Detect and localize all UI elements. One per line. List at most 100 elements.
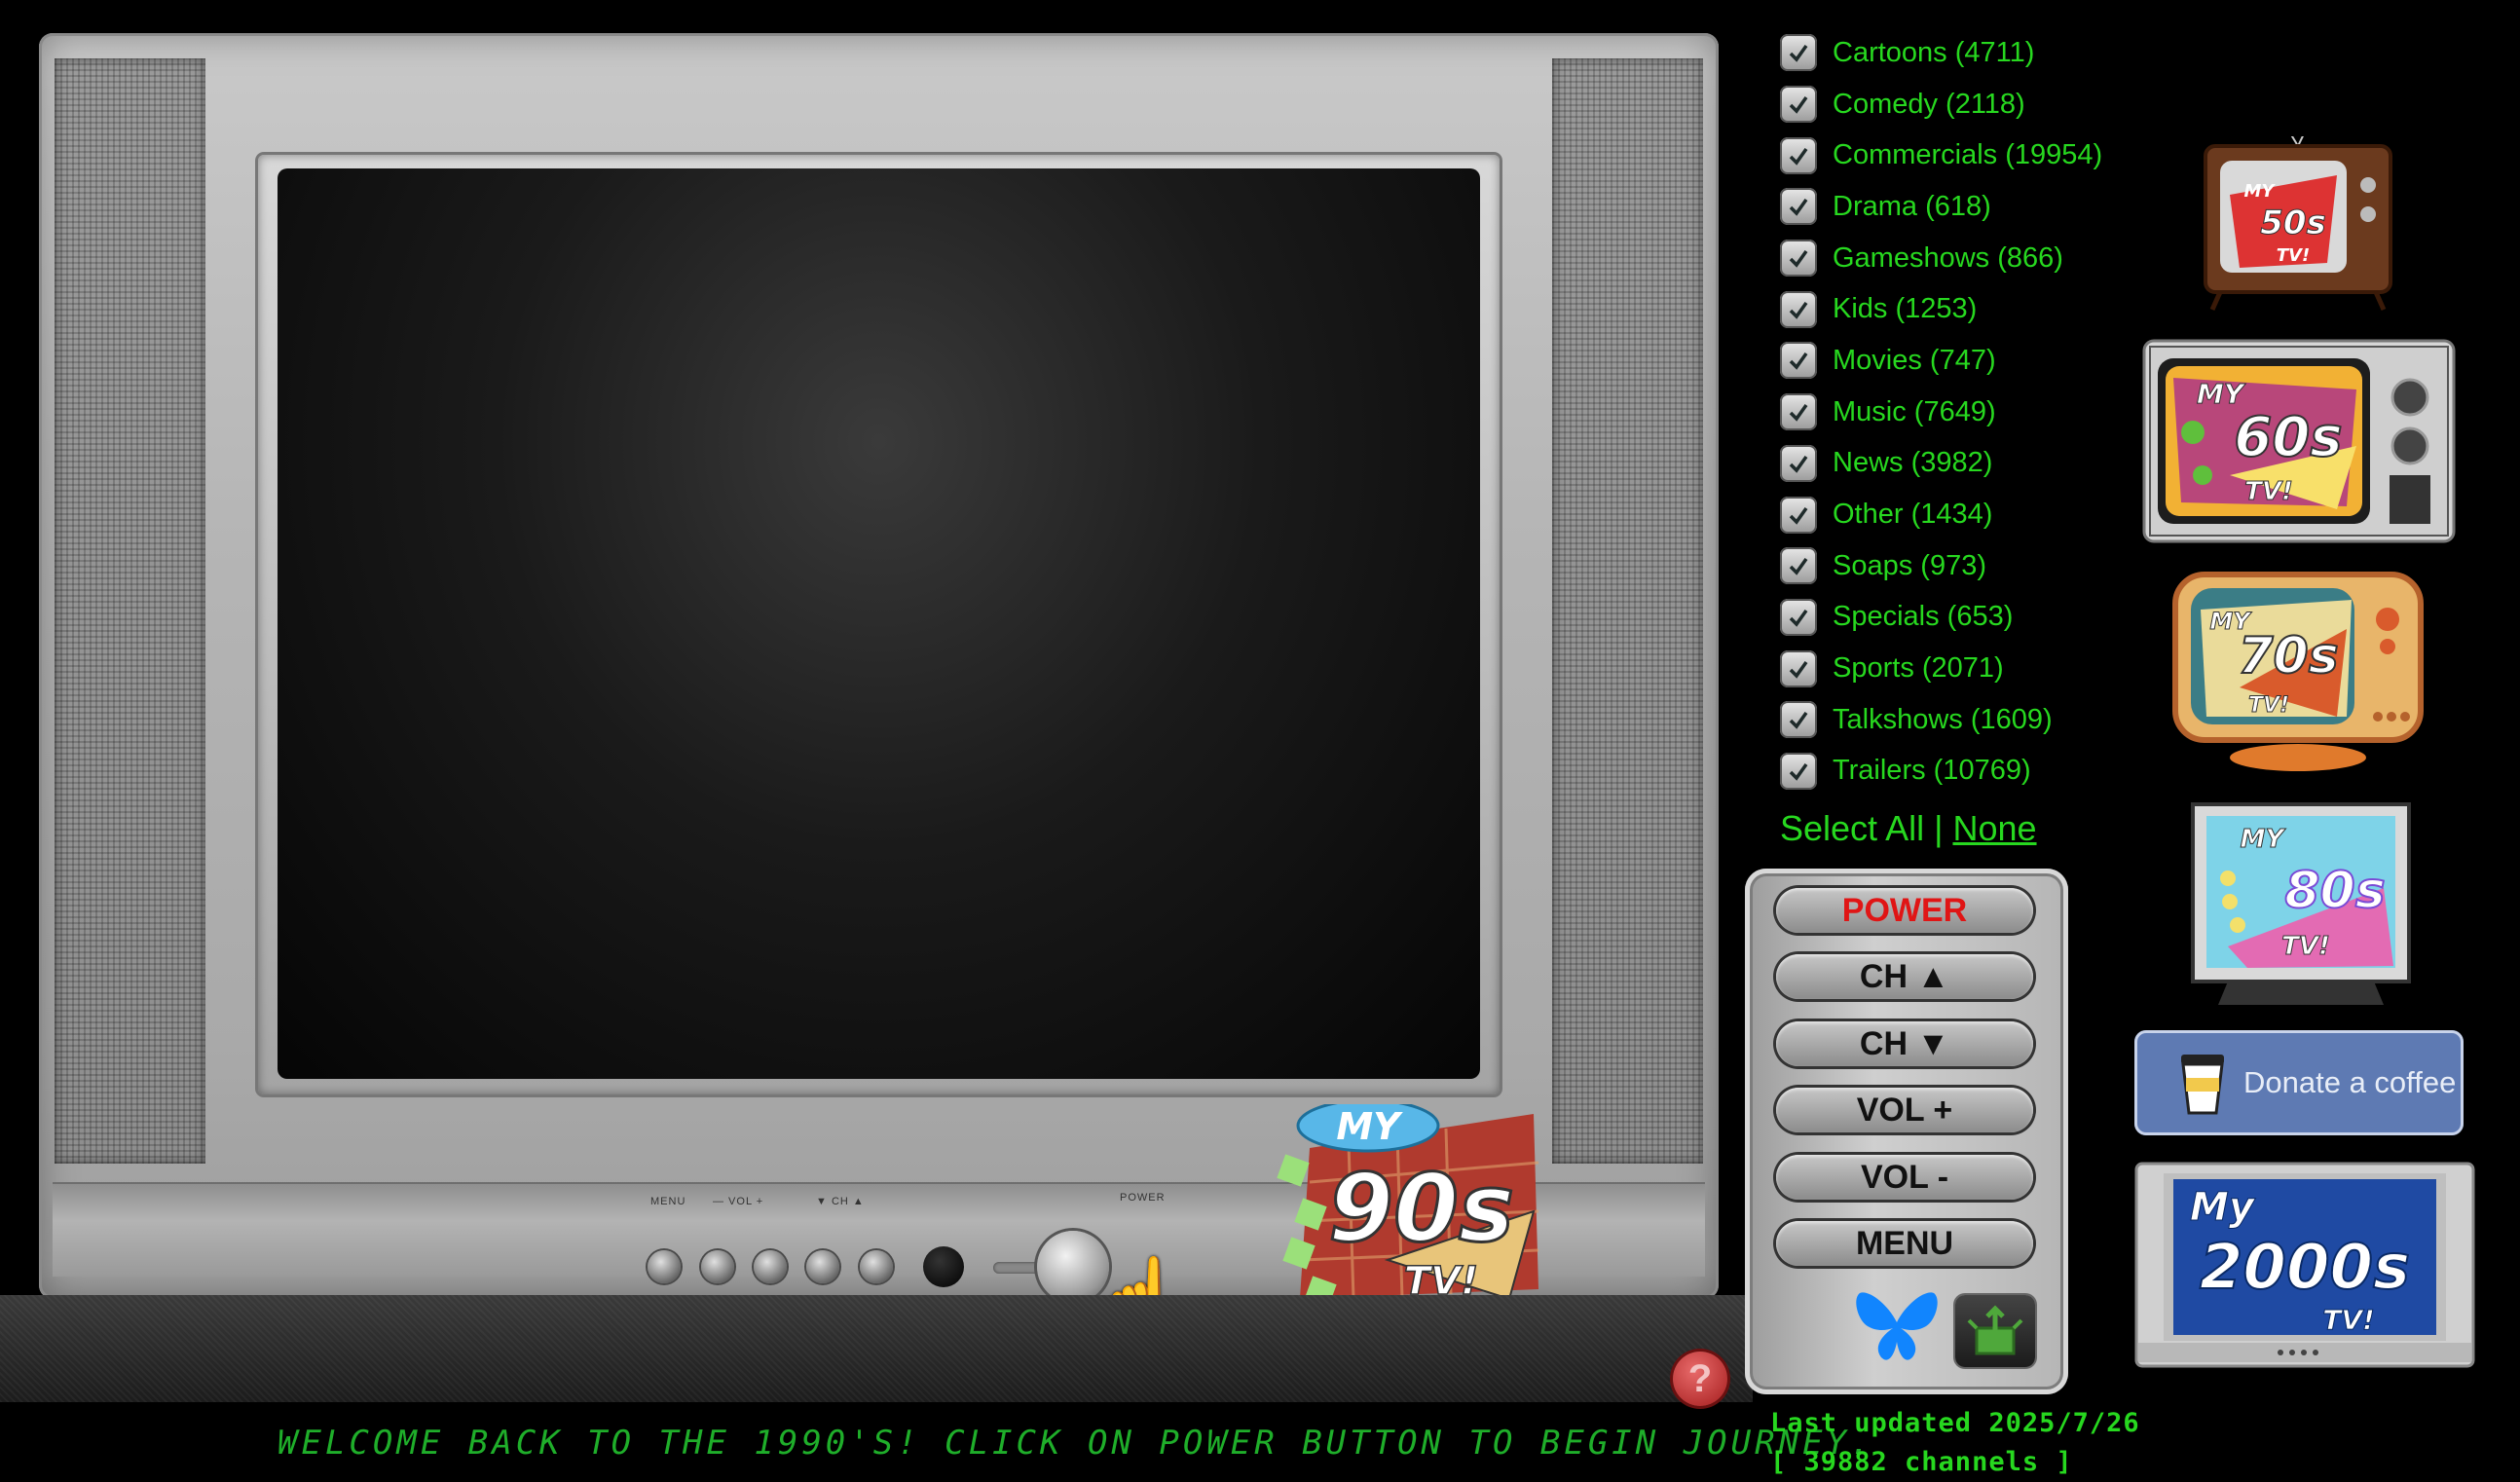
ir-sensor [923,1246,964,1287]
category-item-other[interactable]: Other (1434) [1780,489,2102,540]
donate-label: Donate a coffee [2243,1065,2457,1099]
check-icon [1789,96,1808,114]
share-button[interactable] [1955,1295,2035,1367]
tv-ch-up-button[interactable] [860,1250,893,1283]
checkbox[interactable] [1780,649,1817,687]
category-item-gameshows[interactable]: Gameshows (866) [1780,233,2102,284]
check-icon [1789,404,1808,422]
checkbox[interactable] [1780,290,1817,328]
tv-screen[interactable] [278,168,1480,1079]
category-item-specials[interactable]: Specials (653) [1780,592,2102,644]
decade-70s-tv-link[interactable]: MY 70s TV! [2171,571,2425,773]
category-label: Kids (1253) [1833,293,1978,325]
category-item-trailers[interactable]: Trailers (10769) [1780,746,2102,797]
category-item-music[interactable]: Music (7649) [1780,387,2102,438]
checkbox[interactable] [1780,34,1817,72]
tv-vol-label: — VOL + [713,1196,764,1207]
check-icon [1789,147,1808,166]
share-box-icon [1967,1305,2023,1355]
check-icon [1789,45,1808,63]
category-item-kids[interactable]: Kids (1253) [1780,283,2102,335]
logo-50s-my: MY [2244,181,2277,202]
checkbox[interactable] [1780,136,1817,174]
decade-2000s-tv-link[interactable]: My 2000s TV! [2134,1162,2475,1368]
check-icon [1789,455,1808,473]
logo-80s-my: MY [2241,825,2287,854]
select-none-link[interactable]: None [1952,808,2036,848]
logo-70s-tv: TV! [2248,693,2289,718]
checkbox[interactable] [1780,240,1817,278]
tv-stand [0,1295,1753,1402]
check-icon [1789,199,1808,217]
category-item-comedy[interactable]: Comedy (2118) [1780,79,2102,130]
coffee-cup-icon [2181,1055,2224,1115]
category-item-commercials[interactable]: Commercials (19954) [1780,130,2102,181]
check-icon [1789,250,1808,268]
category-item-drama[interactable]: Drama (618) [1780,181,2102,233]
category-label: Trailers (10769) [1833,755,2031,787]
donate-coffee-button[interactable]: Donate a coffee [2134,1030,2464,1135]
tv-power-label: POWER [1120,1192,1166,1204]
category-label: Soaps (973) [1833,549,1986,581]
checkbox[interactable] [1780,547,1817,585]
logo-70s-decade: 70s [2238,627,2338,685]
logo-60s-decade: 60s [2234,406,2342,469]
speaker-grille-left [55,58,205,1164]
decade-60s-tv-link[interactable]: MY 60s TV! [2142,339,2456,543]
category-list: Cartoons (4711) Comedy (2118) Commercial… [1780,27,2102,797]
check-icon [1789,558,1808,575]
menu-button[interactable]: MENU [1776,1221,2033,1266]
last-updated-date: Last updated 2025/7/26 [1770,1408,2140,1438]
category-label: Gameshows (866) [1833,241,2063,274]
check-icon [1789,352,1808,371]
category-label: Movies (747) [1833,344,1996,376]
category-label: Commercials (19954) [1833,139,2103,171]
checkbox[interactable] [1780,393,1817,431]
channel-down-button[interactable]: CH ▼ [1776,1021,2033,1066]
tv-ch-label: ▼ CH ▲ [816,1196,865,1207]
volume-down-button[interactable]: VOL - [1776,1155,2033,1200]
category-item-sports[interactable]: Sports (2071) [1780,643,2102,694]
select-controls: Select All | None [1780,808,2037,849]
checkbox[interactable] [1780,598,1817,636]
logo-90s-my: MY [1336,1105,1403,1148]
decade-50s-tv-link[interactable]: 50s MY TV! [2201,136,2395,312]
category-item-soaps[interactable]: Soaps (973) [1780,540,2102,592]
remote-control: POWER CH ▲ CH ▼ VOL + VOL - MENU [1745,869,2068,1394]
category-label: Cartoons (4711) [1833,36,2035,68]
checkbox[interactable] [1780,342,1817,380]
checkbox[interactable] [1780,701,1817,739]
tv-ch-down-button[interactable] [806,1250,839,1283]
help-button[interactable]: ? [1673,1352,1727,1406]
check-icon [1789,609,1808,627]
bluesky-butterfly-icon[interactable] [1854,1287,1940,1365]
checkbox[interactable] [1780,86,1817,124]
checkbox[interactable] [1780,444,1817,482]
logo-2000s-tv: TV! [2322,1304,2375,1336]
decade-80s-tv-link[interactable]: MY 80s TV! [2189,800,2413,1007]
tv-vol-down-button[interactable] [701,1250,734,1283]
category-item-talkshows[interactable]: Talkshows (1609) [1780,694,2102,746]
checkbox[interactable] [1780,496,1817,534]
volume-up-button[interactable]: VOL + [1776,1088,2033,1132]
category-item-cartoons[interactable]: Cartoons (4711) [1780,27,2102,79]
check-icon [1789,660,1808,679]
screen-bezel [258,155,1500,1094]
checkbox[interactable] [1780,188,1817,226]
power-button[interactable]: POWER [1776,888,2033,933]
logo-2000s-my: My [2190,1185,2256,1230]
speaker-grille-right [1552,58,1703,1164]
category-item-movies[interactable]: Movies (747) [1780,335,2102,387]
logo-2000s-decade: 2000s [2200,1232,2410,1304]
logo-90s-decade: 90s [1328,1154,1514,1263]
tv-vol-up-button[interactable] [754,1250,787,1283]
logo-50s-decade: 50s [2260,204,2326,242]
select-all-link[interactable]: Select All [1780,808,1924,848]
checkbox[interactable] [1780,752,1817,790]
my-90s-tv-logo: MY 90s TV! [1277,1104,1539,1309]
tv-menu-button[interactable] [648,1250,681,1283]
check-icon [1789,301,1808,319]
channel-up-button[interactable]: CH ▲ [1776,954,2033,999]
welcome-ticker: WELCOME BACK TO THE 1990'S! CLICK ON POW… [278,1424,1874,1463]
category-item-news[interactable]: News (3982) [1780,438,2102,490]
